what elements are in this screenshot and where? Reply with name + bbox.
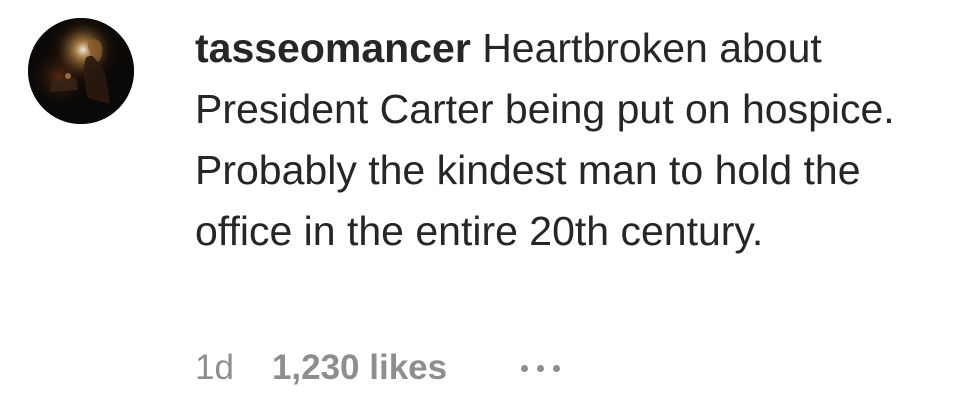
comment-body: tasseomancer Heartbroken about President… <box>195 18 960 262</box>
dot <box>537 364 545 372</box>
like-count[interactable]: 1,230 likes <box>272 348 447 388</box>
dot <box>521 364 529 372</box>
comment-username[interactable]: tasseomancer <box>195 25 471 71</box>
avatar-image <box>28 18 134 124</box>
comment-timestamp: 1d <box>195 348 234 387</box>
comment-meta: 1d 1,230 likes <box>195 343 562 393</box>
dot <box>553 364 561 372</box>
more-options-icon[interactable] <box>519 359 562 378</box>
avatar[interactable] <box>28 18 134 124</box>
comment: tasseomancer Heartbroken about President… <box>0 0 980 404</box>
